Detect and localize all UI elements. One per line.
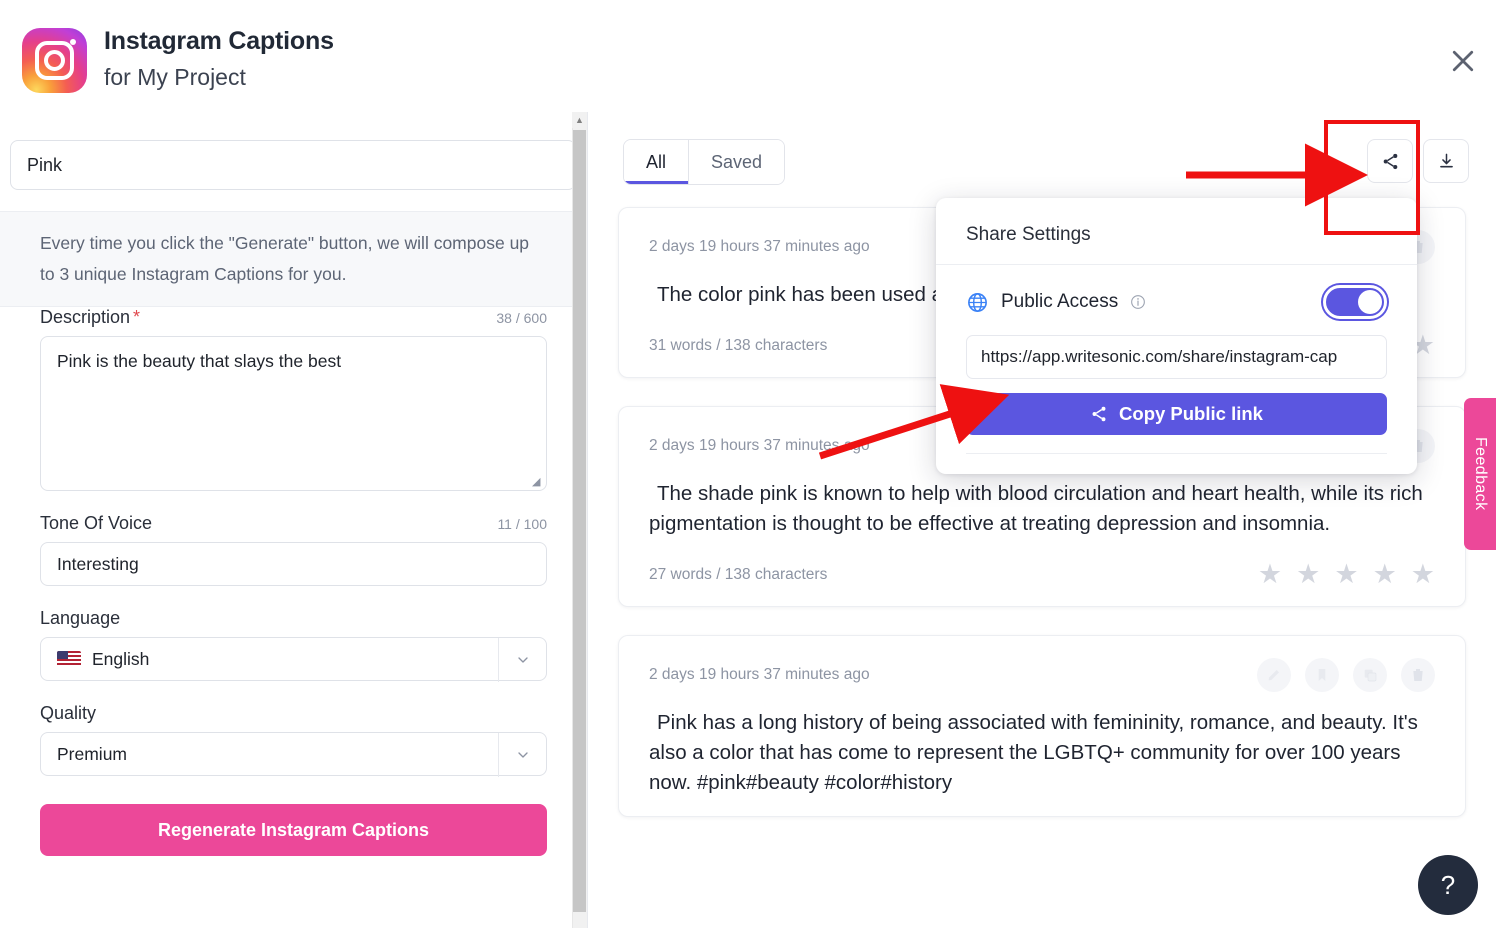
copy-button[interactable] bbox=[1353, 658, 1387, 692]
caption-actions bbox=[1257, 658, 1435, 692]
copy-public-link-button[interactable]: Copy Public link bbox=[966, 393, 1387, 435]
regenerate-button[interactable]: Regenerate Instagram Captions bbox=[40, 804, 547, 856]
caption-wordcount: 27 words / 138 characters bbox=[649, 565, 828, 583]
rating-star[interactable]: ★ bbox=[1334, 561, 1358, 588]
delete-icon bbox=[1413, 669, 1423, 681]
app-header: Instagram Captions for My Project bbox=[0, 0, 1496, 112]
tab-all[interactable]: All bbox=[624, 140, 689, 184]
copy-public-link-label: Copy Public link bbox=[1119, 403, 1263, 424]
description-field-header: Description * 38 / 600 bbox=[0, 307, 587, 328]
rating-star[interactable]: ★ bbox=[1296, 561, 1320, 588]
tone-input[interactable]: Interesting bbox=[40, 542, 547, 586]
rating-star[interactable]: ★ bbox=[1411, 561, 1435, 588]
topic-input-value: Pink bbox=[27, 154, 63, 175]
public-access-toggle[interactable] bbox=[1323, 285, 1387, 319]
caption-text: Pink has a long history of being associa… bbox=[649, 711, 1418, 794]
quality-caret[interactable] bbox=[498, 733, 546, 777]
quality-value: Premium bbox=[57, 743, 128, 764]
instagram-captions-app: Instagram Captions for My Project Pink E… bbox=[0, 0, 1496, 928]
caption-text: The shade pink is known to help with blo… bbox=[649, 482, 1423, 535]
toggle-knob bbox=[1358, 290, 1382, 314]
tab-saved[interactable]: Saved bbox=[688, 140, 785, 184]
help-button[interactable]: ? bbox=[1418, 855, 1478, 915]
globe-icon bbox=[968, 292, 987, 312]
settings-panel: Pink Every time you click the "Generate"… bbox=[0, 112, 588, 928]
tone-counter: 11 / 100 bbox=[497, 516, 547, 532]
settings-scrollbar[interactable]: ▲ bbox=[572, 112, 587, 928]
download-button[interactable] bbox=[1423, 139, 1469, 183]
quality-select[interactable]: Premium bbox=[40, 732, 547, 777]
caption-timestamp: 2 days 19 hours 37 minutes ago bbox=[649, 437, 870, 454]
copy-icon bbox=[1364, 669, 1377, 682]
rating-star[interactable]: ★ bbox=[1258, 561, 1282, 588]
generate-note: Every time you click the "Generate" butt… bbox=[0, 211, 587, 307]
edit-button[interactable] bbox=[1257, 658, 1291, 692]
caption-card: 2 days 19 hours 37 minutes ago bbox=[618, 635, 1466, 817]
delete-button[interactable] bbox=[1401, 658, 1435, 692]
quality-label: Quality bbox=[40, 703, 97, 723]
results-tabs: All Saved bbox=[623, 139, 786, 185]
share-settings-popup: Share Settings Public Access https://app… bbox=[936, 198, 1417, 474]
instagram-icon bbox=[22, 28, 87, 93]
language-caret[interactable] bbox=[498, 638, 546, 682]
download-icon bbox=[1439, 153, 1453, 167]
share-icon bbox=[1092, 406, 1106, 422]
description-label: Description * bbox=[40, 307, 141, 327]
close-icon bbox=[1452, 50, 1474, 72]
share-url-input[interactable]: https://app.writesonic.com/share/instagr… bbox=[966, 335, 1387, 379]
info-icon[interactable] bbox=[1130, 294, 1146, 310]
caption-timestamp: 2 days 19 hours 37 minutes ago bbox=[649, 238, 870, 255]
bookmark-icon bbox=[1318, 669, 1326, 681]
share-settings-title: Share Settings bbox=[936, 198, 1417, 265]
rating-star[interactable]: ★ bbox=[1373, 561, 1397, 588]
caption-timestamp: 2 days 19 hours 37 minutes ago bbox=[649, 666, 870, 683]
language-label: Language bbox=[40, 608, 121, 628]
popup-divider bbox=[966, 453, 1387, 454]
required-marker: * bbox=[133, 307, 141, 327]
page-subtitle: for My Project bbox=[104, 64, 246, 90]
quality-field-header: Quality bbox=[0, 703, 587, 724]
bookmark-button[interactable] bbox=[1305, 658, 1339, 692]
caption-card-header: 2 days 19 hours 37 minutes ago bbox=[649, 658, 1435, 692]
language-field-header: Language bbox=[0, 608, 587, 629]
scroll-up-icon[interactable]: ▲ bbox=[572, 112, 587, 128]
description-value: Pink is the beauty that slays the best bbox=[57, 351, 342, 371]
feedback-tab[interactable]: Feedback bbox=[1464, 398, 1496, 550]
feedback-tab-label: Feedback bbox=[1472, 437, 1489, 511]
language-select[interactable]: English bbox=[40, 637, 547, 682]
tone-field-header: Tone Of Voice 11 / 100 bbox=[0, 513, 587, 534]
public-access-row: Public Access bbox=[966, 285, 1387, 319]
caption-card-footer: 27 words / 138 characters ★ ★ ★ ★ ★ bbox=[649, 561, 1435, 588]
caption-wordcount: 31 words / 138 characters bbox=[649, 336, 828, 354]
share-button[interactable] bbox=[1367, 139, 1413, 183]
close-button[interactable] bbox=[1440, 38, 1486, 84]
chevron-down-icon bbox=[517, 657, 528, 663]
generate-note-text: Every time you click the "Generate" butt… bbox=[40, 233, 530, 284]
description-counter: 38 / 600 bbox=[496, 310, 547, 326]
tone-value: Interesting bbox=[57, 553, 139, 574]
public-access-label: Public Access bbox=[1001, 291, 1119, 312]
share-url-value: https://app.writesonic.com/share/instagr… bbox=[981, 347, 1338, 366]
page-title: Instagram Captions bbox=[104, 27, 334, 55]
share-icon bbox=[1383, 153, 1397, 169]
us-flag-icon bbox=[57, 651, 81, 667]
settings-scrollbar-thumb[interactable] bbox=[573, 130, 586, 912]
edit-icon bbox=[1268, 670, 1279, 681]
description-textarea[interactable]: Pink is the beauty that slays the best ◢ bbox=[40, 336, 547, 491]
results-toolbar bbox=[1367, 139, 1469, 183]
tone-label: Tone Of Voice bbox=[40, 513, 153, 533]
chevron-down-icon bbox=[517, 752, 528, 758]
language-value: English bbox=[92, 648, 150, 669]
share-settings-body: Public Access https://app.writesonic.com… bbox=[936, 265, 1417, 454]
settings-form: Description * 38 / 600 Pink is the beauty… bbox=[0, 307, 587, 856]
resize-grip-icon[interactable]: ◢ bbox=[532, 477, 542, 488]
rating-stars: ★ ★ ★ ★ ★ bbox=[1258, 561, 1435, 588]
topic-input[interactable]: Pink bbox=[10, 140, 576, 190]
public-access-label-group: Public Access bbox=[966, 291, 1146, 314]
